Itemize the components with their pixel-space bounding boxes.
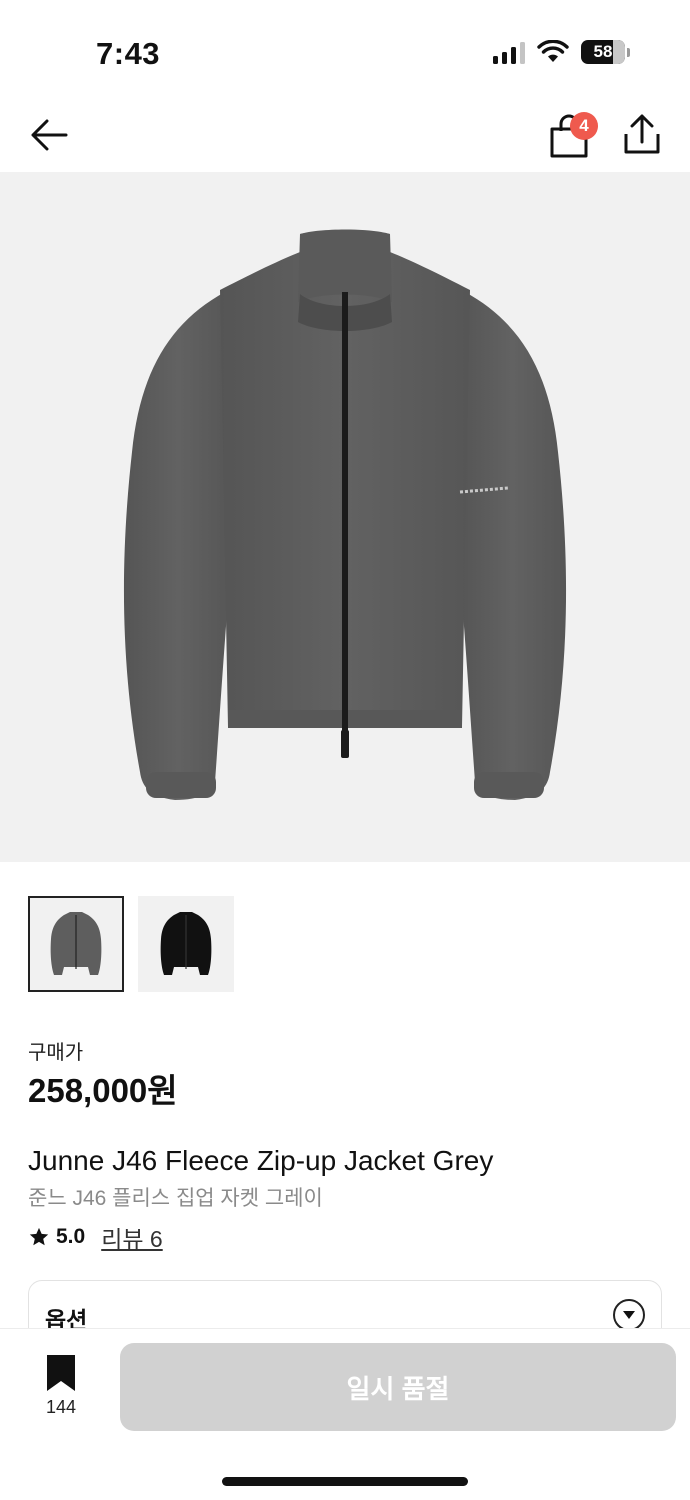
status-time: 7:43 bbox=[96, 36, 161, 71]
battery-level: 58 bbox=[593, 42, 613, 61]
battery-icon: 58 bbox=[581, 40, 625, 64]
options-toggle[interactable] bbox=[613, 1299, 645, 1331]
price-label: 구매가 bbox=[28, 1042, 84, 1064]
share-icon[interactable] bbox=[620, 112, 664, 156]
thumbnail-list bbox=[28, 896, 234, 992]
wishlist-button[interactable]: 144 bbox=[32, 1355, 90, 1419]
thumbnail-black[interactable] bbox=[138, 896, 234, 992]
product-title-ko: 준느 J46 플리스 집업 자켓 그레이 bbox=[28, 1187, 323, 1210]
jacket-thumbnail-black bbox=[160, 912, 212, 975]
caret-down-icon bbox=[623, 1311, 635, 1319]
review-link[interactable]: 리뷰 6 bbox=[101, 1220, 163, 1254]
rating-value: 5.0 bbox=[56, 1225, 86, 1248]
product-image[interactable] bbox=[0, 172, 690, 862]
rating-row: 5.0 리뷰 6 bbox=[28, 1220, 163, 1254]
bottom-action-bar: 144 일시 품절 bbox=[0, 1328, 690, 1500]
product-title-en: Junne J46 Fleece Zip-up Jacket Grey bbox=[28, 1145, 494, 1176]
wifi-icon bbox=[537, 40, 569, 62]
star-icon bbox=[29, 1227, 49, 1246]
status-bar: 7:43 58 bbox=[0, 0, 690, 100]
wishlist-count: 144 bbox=[45, 1397, 77, 1417]
back-arrow-icon[interactable] bbox=[28, 114, 70, 156]
jacket-image bbox=[123, 229, 567, 800]
status-icons: 58 bbox=[493, 40, 630, 64]
cart-count-badge: 4 bbox=[570, 112, 598, 140]
thumbnail-grey[interactable] bbox=[28, 896, 124, 992]
bookmark-icon bbox=[47, 1355, 75, 1391]
cellular-signal-icon bbox=[493, 40, 525, 64]
home-indicator bbox=[222, 1477, 468, 1486]
price-value: 258,000원 bbox=[28, 1072, 178, 1109]
jacket-thumbnail-grey bbox=[50, 912, 102, 975]
sold-out-button[interactable]: 일시 품절 bbox=[120, 1343, 676, 1431]
